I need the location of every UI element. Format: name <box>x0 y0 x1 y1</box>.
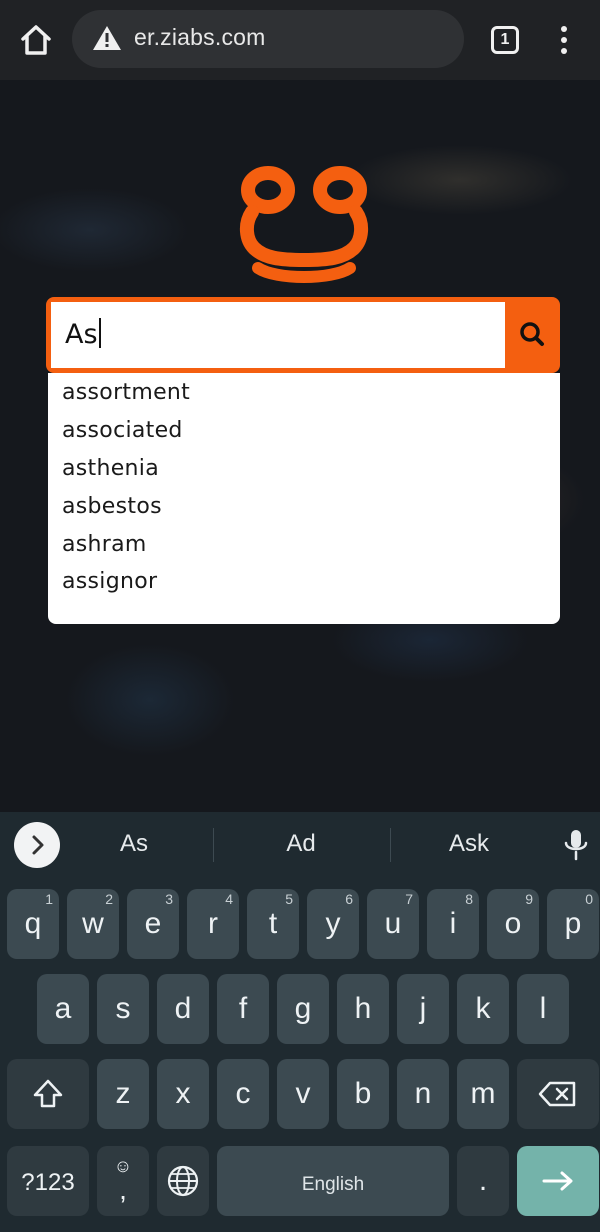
text-cursor <box>98 318 101 348</box>
search-box: As <box>46 297 560 373</box>
autocomplete-item[interactable]: associated <box>62 413 183 449</box>
search-input-value: As <box>65 319 98 350</box>
divider <box>390 828 391 862</box>
backspace-icon <box>538 1081 576 1107</box>
emoji-icon: ☺ <box>113 1156 133 1176</box>
key-b[interactable]: b <box>337 1059 389 1129</box>
keyboard-suggestion[interactable]: Ask <box>409 830 529 858</box>
address-bar[interactable] <box>72 10 464 68</box>
browser-toolbar: er.ziabs.com 1 <box>0 0 600 80</box>
search-button[interactable] <box>509 302 555 368</box>
key-hint: 4 <box>225 891 233 907</box>
key-label: ?123 <box>21 1169 75 1196</box>
autocomplete-list: assortment associated asthenia asbestos … <box>48 373 560 624</box>
autocomplete-item[interactable]: asthenia <box>62 451 159 487</box>
key-e[interactable]: e3 <box>127 889 179 959</box>
keyboard-suggestion[interactable]: Ad <box>241 830 361 858</box>
shift-icon <box>33 1079 63 1108</box>
key-hint: 6 <box>345 891 353 907</box>
key-s[interactable]: s <box>97 974 149 1044</box>
site-logo <box>240 166 368 283</box>
key-q[interactable]: q1 <box>7 889 59 959</box>
backspace-key[interactable] <box>517 1059 599 1129</box>
expand-toolbar-button[interactable] <box>14 822 60 868</box>
key-f[interactable]: f <box>217 974 269 1044</box>
keyboard-suggestion[interactable]: As <box>74 830 194 858</box>
language-key[interactable] <box>157 1146 209 1216</box>
autocomplete-item[interactable]: assignor <box>62 564 157 600</box>
key-label: y <box>325 907 341 940</box>
key-hint: 3 <box>165 891 173 907</box>
key-i[interactable]: i8 <box>427 889 479 959</box>
warning-icon[interactable] <box>92 24 122 52</box>
emoji-comma-key[interactable]: ☺ , <box>97 1146 149 1216</box>
key-hint: 0 <box>585 891 593 907</box>
key-hint: 2 <box>105 891 113 907</box>
key-d[interactable]: d <box>157 974 209 1044</box>
key-label: p <box>564 907 582 940</box>
key-m[interactable]: m <box>457 1059 509 1129</box>
key-v[interactable]: v <box>277 1059 329 1129</box>
key-z[interactable]: z <box>97 1059 149 1129</box>
key-label: i <box>449 907 457 940</box>
key-a[interactable]: a <box>37 974 89 1044</box>
key-label: e <box>144 907 162 940</box>
key-o[interactable]: o9 <box>487 889 539 959</box>
key-hint: 8 <box>465 891 473 907</box>
key-label: r <box>208 907 218 940</box>
symbols-key[interactable]: ?123 <box>7 1146 89 1216</box>
chevron-right-icon <box>32 835 44 855</box>
key-x[interactable]: x <box>157 1059 209 1129</box>
autocomplete-item[interactable]: assortment <box>62 375 190 411</box>
key-g[interactable]: g <box>277 974 329 1044</box>
key-c[interactable]: c <box>217 1059 269 1129</box>
home-icon[interactable] <box>16 20 56 60</box>
soft-keyboard: As Ad Ask q1 w2 e3 r4 t5 y6 u7 i8 o9 p0 … <box>0 812 600 1232</box>
space-key[interactable]: English <box>217 1146 449 1216</box>
url-text[interactable]: er.ziabs.com <box>134 24 266 51</box>
period-key[interactable]: . <box>457 1146 509 1216</box>
key-hint: 9 <box>525 891 533 907</box>
key-label: t <box>268 907 278 940</box>
divider <box>213 828 214 862</box>
key-l[interactable]: l <box>517 974 569 1044</box>
page-background: As assortment associated asthenia asbest… <box>0 80 600 812</box>
key-t[interactable]: t5 <box>247 889 299 959</box>
key-r[interactable]: r4 <box>187 889 239 959</box>
key-hint: 5 <box>285 891 293 907</box>
key-j[interactable]: j <box>397 974 449 1044</box>
autocomplete-item[interactable]: asbestos <box>62 489 162 525</box>
key-label: , <box>119 1174 127 1205</box>
shift-key[interactable] <box>7 1059 89 1129</box>
autocomplete-item[interactable]: ashram <box>62 527 147 563</box>
arrow-right-icon <box>542 1171 573 1191</box>
key-label: u <box>384 907 402 940</box>
key-k[interactable]: k <box>457 974 509 1044</box>
search-icon <box>520 322 544 346</box>
microphone-icon[interactable] <box>562 828 590 862</box>
key-label: w <box>82 907 104 940</box>
enter-key[interactable] <box>517 1146 599 1216</box>
key-w[interactable]: w2 <box>67 889 119 959</box>
key-hint: 1 <box>45 891 53 907</box>
key-n[interactable]: n <box>397 1059 449 1129</box>
key-h[interactable]: h <box>337 974 389 1044</box>
globe-icon <box>167 1165 199 1197</box>
key-hint: 7 <box>405 891 413 907</box>
tab-switcher-button[interactable]: 1 <box>491 26 519 54</box>
key-p[interactable]: p0 <box>547 889 599 959</box>
key-label: q <box>24 907 42 940</box>
search-input[interactable]: As <box>51 302 505 368</box>
key-label: English <box>301 1174 365 1195</box>
key-label: o <box>504 907 522 940</box>
overflow-menu-icon[interactable] <box>550 24 578 56</box>
keyboard-suggestion-strip: As Ad Ask <box>0 812 600 878</box>
key-u[interactable]: u7 <box>367 889 419 959</box>
key-y[interactable]: y6 <box>307 889 359 959</box>
